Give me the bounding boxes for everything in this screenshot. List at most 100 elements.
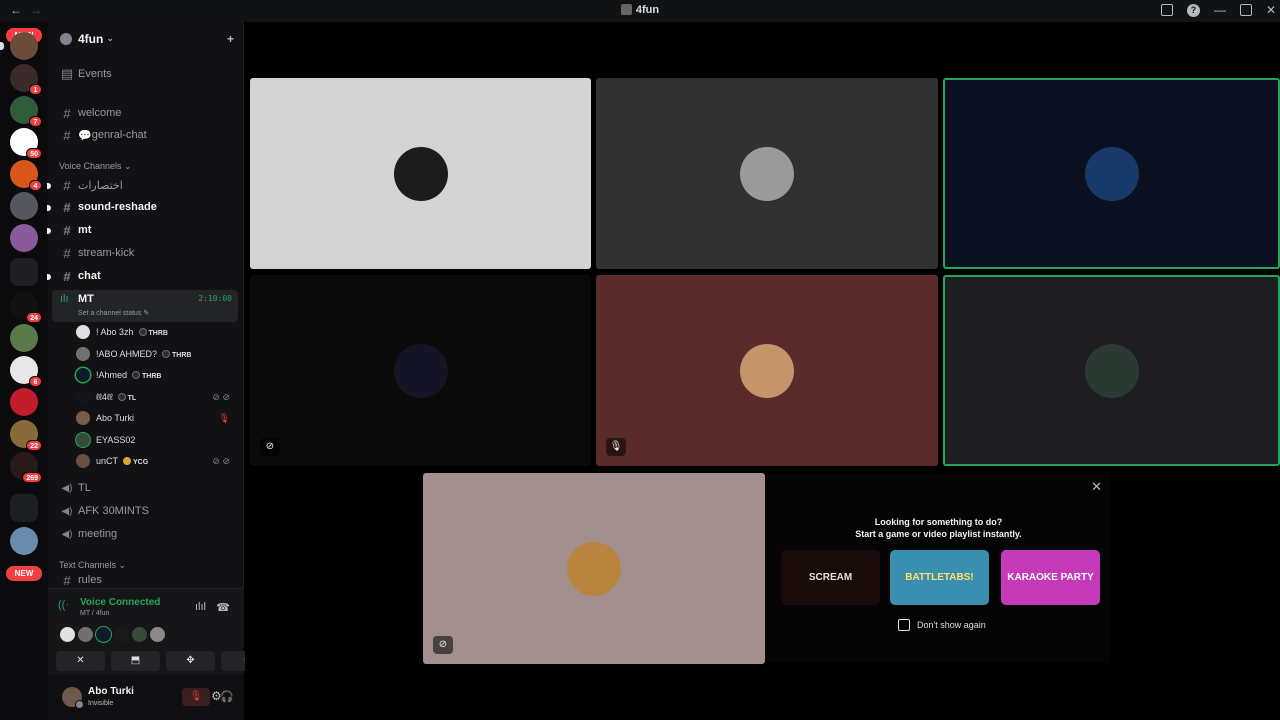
text-category-header[interactable]: Text Channels ⌄ xyxy=(59,560,126,571)
speaker-icon: ◀) xyxy=(61,482,73,494)
person-add-icon[interactable]: + xyxy=(227,32,234,46)
tile-user-6[interactable] xyxy=(943,275,1280,466)
window-title-text: 4fun xyxy=(635,4,660,16)
server-icon-1[interactable] xyxy=(10,32,38,60)
avatar xyxy=(567,541,621,596)
voice-user[interactable]: ! Abo 3zh THRB xyxy=(76,322,236,342)
tile-user-4[interactable]: ⊘ xyxy=(250,275,591,466)
settings-gear-icon[interactable]: ⚙ xyxy=(211,689,222,703)
voice-connected-subtitle[interactable]: MT / 4fun xyxy=(80,610,109,617)
tile-user-1[interactable] xyxy=(250,78,591,269)
server-icon-9[interactable] xyxy=(10,324,38,352)
user-name[interactable]: Abo Turki xyxy=(88,686,134,697)
events-label: Events xyxy=(78,68,112,80)
events-item[interactable]: ▤ Events xyxy=(58,64,238,84)
voice-user[interactable]: unCT YCG ⊘ ⊘ xyxy=(76,451,236,471)
avatar xyxy=(114,627,129,642)
voice-channel-tl[interactable]: ◀) TL xyxy=(58,478,238,498)
headset-icon[interactable]: 🎧 xyxy=(220,690,234,703)
activity-card-battletabs[interactable]: BATTLETABS! xyxy=(890,550,989,605)
server-icon-8[interactable]: 24 xyxy=(10,292,42,323)
activities-button[interactable]: ✥ xyxy=(166,651,215,671)
voice-user-name: ℓℓ4ℓℓ xyxy=(96,392,113,402)
server-icon-13[interactable]: 269 xyxy=(10,452,42,483)
inbox-icon[interactable] xyxy=(1160,4,1173,16)
close-icon[interactable]: ✕ xyxy=(1091,479,1102,495)
avatar xyxy=(76,433,90,447)
mic-off-icon[interactable]: 🎙 xyxy=(182,688,210,706)
close-window-button[interactable]: ✕ xyxy=(1266,3,1276,17)
server-icon-7[interactable] xyxy=(10,224,38,252)
guild-header[interactable]: 4fun ⌄ + xyxy=(48,22,244,55)
server-icon-2[interactable]: 1 xyxy=(10,64,42,95)
voice-user[interactable]: !Ahmed THRB xyxy=(76,365,236,385)
camera-button[interactable]: ✕ xyxy=(56,651,105,671)
voice-user-name: !Ahmed xyxy=(96,370,128,380)
server-icon-14[interactable] xyxy=(10,527,38,555)
mention-badge: 269 xyxy=(22,472,42,483)
clan-tag-text: TL xyxy=(127,394,137,402)
minimize-button[interactable]: — xyxy=(1214,3,1226,17)
voice-channel-meeting[interactable]: ◀) meeting xyxy=(58,524,238,544)
video-off-icon: ⊘ xyxy=(260,438,280,456)
tile-user-7[interactable]: ⊘ xyxy=(423,473,765,664)
channel-rules[interactable]: # rules xyxy=(58,573,238,587)
server-icon-11[interactable] xyxy=(10,388,38,416)
channel-label: welcome xyxy=(78,107,122,119)
avatar xyxy=(76,368,90,382)
server-icon-12[interactable]: 22 xyxy=(10,420,42,451)
server-rail: NEW 1 7 50 4 24 6 22 269 NEW xyxy=(0,22,48,720)
set-channel-status-link[interactable]: Set a channel status ✎ xyxy=(78,309,149,317)
mic-off-icon: 🎙 xyxy=(606,438,626,456)
active-voice-channel-mt[interactable]: ılı MT 2:10:00 Set a channel status ✎ xyxy=(52,290,238,322)
channel-mt[interactable]: # mt xyxy=(58,220,238,240)
dont-show-label[interactable]: Don't show again xyxy=(917,620,986,630)
server-icon-5[interactable]: 4 xyxy=(10,160,42,191)
voice-timer: 2:10:00 xyxy=(198,294,232,303)
mic-off-icon: 🎙 xyxy=(218,412,230,423)
tile-user-5[interactable]: 🎙 xyxy=(596,275,938,466)
disconnect-icon[interactable]: ☎ xyxy=(216,601,230,614)
clan-tag: TL xyxy=(117,392,137,402)
channel-stream-kick[interactable]: # stream-kick xyxy=(58,243,238,263)
voice-stage: ⊘ 🎙 ⊘ xyxy=(245,22,1280,720)
channel-label: اختصارات xyxy=(78,179,123,192)
voice-user[interactable]: EYASS02 xyxy=(76,430,236,450)
maximize-button[interactable] xyxy=(1239,4,1252,16)
activity-card-karaoke[interactable]: KARAOKE PARTY xyxy=(1001,550,1100,605)
window-controls: ? — ✕ xyxy=(1160,3,1276,17)
server-icon-3[interactable]: 7 xyxy=(10,96,42,127)
help-icon[interactable]: ? xyxy=(1186,3,1200,17)
promo-heading: Looking for something to do? xyxy=(874,517,1003,527)
avatar[interactable] xyxy=(62,687,84,709)
avatar xyxy=(76,454,90,468)
tile-user-3[interactable] xyxy=(943,78,1280,269)
screen-share-button[interactable]: ⬒ xyxy=(111,651,160,671)
channel-welcome[interactable]: # welcome xyxy=(58,103,238,123)
avatar xyxy=(740,146,794,201)
tile-user-2[interactable] xyxy=(596,78,938,269)
voice-user[interactable]: !ABO AHMED? THRB xyxy=(76,344,236,364)
folder-icon-2[interactable] xyxy=(10,494,38,522)
mention-badge: 50 xyxy=(26,148,42,159)
voice-user[interactable]: Abo Turki 🎙 xyxy=(76,408,236,428)
activity-card-scream[interactable]: SCREAM xyxy=(781,550,880,605)
unread-pip xyxy=(47,183,51,189)
signal-icon[interactable]: ((· xyxy=(58,599,69,611)
voice-channel-afk[interactable]: ◀) AFK 30MINTS xyxy=(58,501,238,521)
avatar xyxy=(1084,146,1139,201)
channel-genral-chat[interactable]: # 💬 genral-chat xyxy=(58,125,238,145)
title-bar: ← → 4fun ? — ✕ xyxy=(0,0,1280,22)
dont-show-checkbox[interactable] xyxy=(898,619,910,631)
voice-category-header[interactable]: Voice Channels ⌄ xyxy=(59,161,132,172)
folder-icon-1[interactable] xyxy=(10,258,38,286)
voice-connected-title[interactable]: Voice Connected xyxy=(80,597,160,608)
server-icon-4[interactable]: 50 xyxy=(10,128,42,159)
voice-user[interactable]: ℓℓ4ℓℓ TL ⊘ ⊘ xyxy=(76,387,236,407)
server-icon-10[interactable]: 6 xyxy=(10,356,42,387)
channel-sound-reshade[interactable]: # sound-reshade xyxy=(58,197,238,217)
noise-suppression-icon[interactable]: ılıl xyxy=(195,601,206,613)
channel-chat[interactable]: # chat xyxy=(58,266,238,286)
channel-shortcuts[interactable]: # اختصارات xyxy=(58,175,238,195)
server-icon-6[interactable] xyxy=(10,192,38,220)
